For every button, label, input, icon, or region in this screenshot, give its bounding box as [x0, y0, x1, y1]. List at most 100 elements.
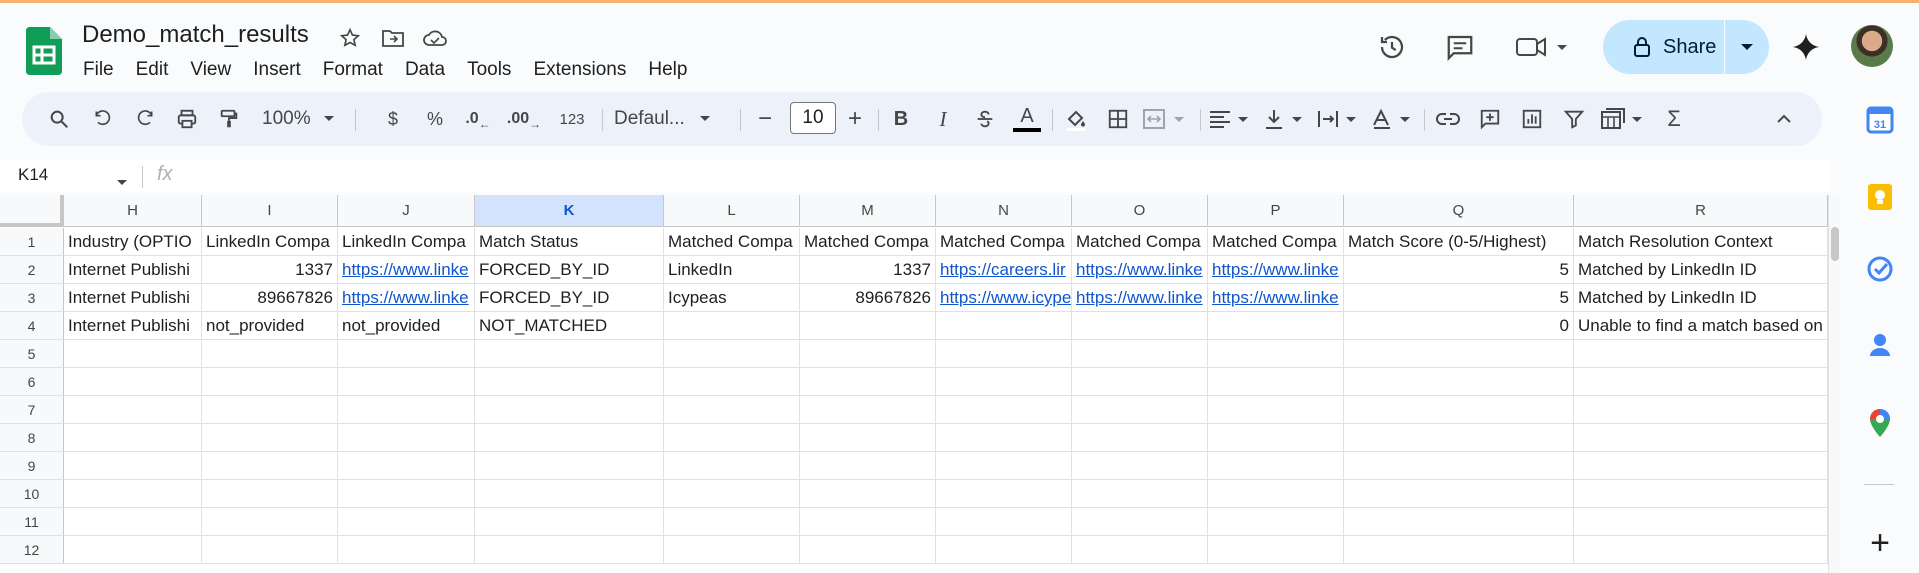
row-header-11[interactable]: 11 — [0, 508, 64, 536]
cell-k5[interactable] — [475, 340, 664, 368]
cell-k12[interactable] — [475, 536, 664, 564]
cell-i10[interactable] — [202, 480, 338, 508]
cell-j2[interactable]: https://www.linke — [338, 256, 475, 284]
calendar-icon[interactable]: 31 — [1864, 104, 1896, 136]
cell-m2[interactable]: 1337 — [800, 256, 936, 284]
cell-m11[interactable] — [800, 508, 936, 536]
spreadsheet-grid[interactable]: HIJKLMNOPQR 1 2 3 4 5 6 7 8 9 10 11 12 Industry (OP… — [0, 195, 1828, 573]
row-header-12[interactable]: 12 — [0, 536, 64, 564]
strikethrough-icon[interactable] — [970, 99, 1000, 139]
maps-icon[interactable] — [1864, 407, 1896, 439]
column-header-h[interactable]: H — [64, 195, 202, 227]
filter-views-icon[interactable] — [1598, 99, 1648, 139]
cell-n2[interactable]: https://careers.lir — [936, 256, 1072, 284]
cell-k7[interactable] — [475, 396, 664, 424]
redo-icon[interactable] — [130, 99, 160, 139]
cell-m10[interactable] — [800, 480, 936, 508]
cell-i1[interactable]: LinkedIn Compa — [202, 228, 338, 256]
cell-r7[interactable] — [1574, 396, 1828, 424]
menu-help[interactable]: Help — [637, 56, 698, 84]
cell-k4[interactable]: NOT_MATCHED — [475, 312, 664, 340]
cell-l11[interactable] — [664, 508, 800, 536]
insert-comment-icon[interactable] — [1474, 99, 1506, 139]
cell-m4[interactable] — [800, 312, 936, 340]
star-icon[interactable] — [337, 25, 363, 51]
cell-q1[interactable]: Match Score (0-5/Highest) — [1344, 228, 1574, 256]
cell-q2[interactable]: 5 — [1344, 256, 1574, 284]
cell-i7[interactable] — [202, 396, 338, 424]
cell-m9[interactable] — [800, 452, 936, 480]
menu-edit[interactable]: Edit — [125, 56, 180, 84]
cell-q4[interactable]: 0 — [1344, 312, 1574, 340]
cell-m7[interactable] — [800, 396, 936, 424]
row-header-7[interactable]: 7 — [0, 396, 64, 424]
cell-j1[interactable]: LinkedIn Compa — [338, 228, 475, 256]
cell-q6[interactable] — [1344, 368, 1574, 396]
cell-k10[interactable] — [475, 480, 664, 508]
cell-h10[interactable] — [64, 480, 202, 508]
cell-h9[interactable] — [64, 452, 202, 480]
menu-extensions[interactable]: Extensions — [522, 56, 637, 84]
cell-o1[interactable]: Matched Compa — [1072, 228, 1208, 256]
cell-o12[interactable] — [1072, 536, 1208, 564]
increase-decimal-button[interactable]: .00 → — [504, 99, 544, 139]
increase-font-size-button[interactable]: + — [840, 99, 870, 139]
cell-o11[interactable] — [1072, 508, 1208, 536]
column-header-p[interactable]: P — [1208, 195, 1344, 227]
collapse-menus-icon[interactable] — [1768, 99, 1800, 139]
cell-i6[interactable] — [202, 368, 338, 396]
italic-button[interactable]: I — [928, 99, 958, 139]
sheets-logo-icon[interactable] — [26, 27, 62, 75]
cell-n6[interactable] — [936, 368, 1072, 396]
cell-i4[interactable]: not_provided — [202, 312, 338, 340]
cell-i9[interactable] — [202, 452, 338, 480]
cell-p3[interactable]: https://www.linke — [1208, 284, 1344, 312]
filter-icon[interactable] — [1558, 99, 1590, 139]
menu-format[interactable]: Format — [312, 56, 394, 84]
cell-l7[interactable] — [664, 396, 800, 424]
contacts-icon[interactable] — [1864, 329, 1896, 361]
cloud-saved-icon[interactable] — [422, 25, 448, 51]
search-menus-icon[interactable] — [42, 99, 76, 139]
comment-icon[interactable] — [1440, 29, 1480, 65]
tasks-icon[interactable] — [1864, 253, 1896, 285]
share-dropdown-icon[interactable] — [1725, 20, 1769, 74]
cell-n5[interactable] — [936, 340, 1072, 368]
row-header-3[interactable]: 3 — [0, 284, 64, 312]
cell-n12[interactable] — [936, 536, 1072, 564]
cell-r12[interactable] — [1574, 536, 1828, 564]
cell-o2[interactable]: https://www.linke — [1072, 256, 1208, 284]
cell-l1[interactable]: Matched Compa — [664, 228, 800, 256]
cell-n10[interactable] — [936, 480, 1072, 508]
cell-r3[interactable]: Matched by LinkedIn ID — [1574, 284, 1828, 312]
cell-k6[interactable] — [475, 368, 664, 396]
functions-icon[interactable]: Σ — [1658, 99, 1690, 139]
insert-link-icon[interactable] — [1432, 99, 1464, 139]
cell-l10[interactable] — [664, 480, 800, 508]
cell-r8[interactable] — [1574, 424, 1828, 452]
row-header-2[interactable]: 2 — [0, 256, 64, 284]
cell-j11[interactable] — [338, 508, 475, 536]
cell-j4[interactable]: not_provided — [338, 312, 475, 340]
cell-n8[interactable] — [936, 424, 1072, 452]
cell-m8[interactable] — [800, 424, 936, 452]
currency-format-button[interactable]: $ — [378, 99, 408, 139]
cell-i2[interactable]: 1337 — [202, 256, 338, 284]
gemini-sparkle-icon[interactable] — [1786, 29, 1826, 65]
cell-j7[interactable] — [338, 396, 475, 424]
cell-q5[interactable] — [1344, 340, 1574, 368]
cell-o4[interactable] — [1072, 312, 1208, 340]
cell-p9[interactable] — [1208, 452, 1344, 480]
cell-k1[interactable]: Match Status — [475, 228, 664, 256]
decrease-font-size-button[interactable]: − — [750, 99, 780, 139]
horizontal-align-icon[interactable] — [1206, 99, 1254, 139]
cell-n11[interactable] — [936, 508, 1072, 536]
text-wrapping-icon[interactable] — [1314, 99, 1362, 139]
cell-r6[interactable] — [1574, 368, 1828, 396]
cell-o10[interactable] — [1072, 480, 1208, 508]
row-header-8[interactable]: 8 — [0, 424, 64, 452]
cell-l9[interactable] — [664, 452, 800, 480]
select-all-corner[interactable] — [0, 195, 64, 227]
row-header-4[interactable]: 4 — [0, 312, 64, 340]
cell-o8[interactable] — [1072, 424, 1208, 452]
